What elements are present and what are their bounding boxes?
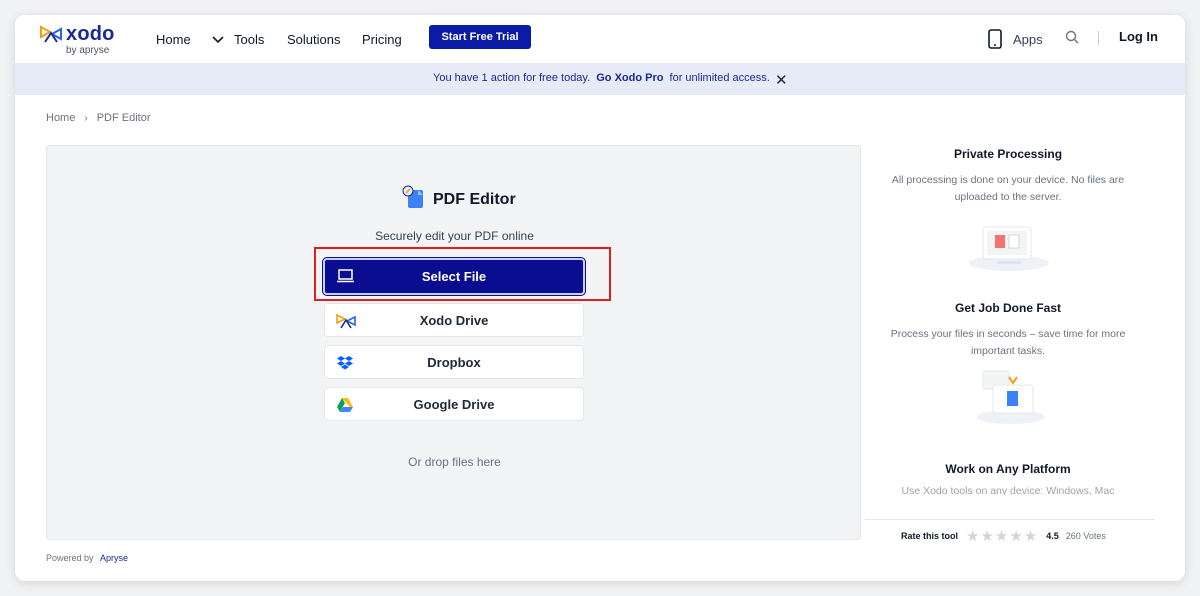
breadcrumb-separator-icon: ›: [84, 112, 88, 124]
xodo-logo[interactable]: xodo by apryse: [39, 21, 129, 61]
breadcrumb-current: PDF Editor: [96, 112, 151, 124]
header-divider: [1098, 31, 1099, 45]
google-drive-icon: [337, 398, 353, 412]
top-nav: xodo by apryse Home Tools Solutions Pric…: [15, 15, 1185, 63]
xodo-logo-icon: [40, 25, 62, 43]
xodo-drive-button[interactable]: Xodo Drive: [324, 303, 584, 337]
star-icon[interactable]: ★: [1024, 527, 1037, 545]
feature-get-job-done-fast: Get Job Done Fast Process your files in …: [885, 301, 1131, 360]
feature-work-on-any-platform: Work on Any Platform: [885, 462, 1131, 476]
feature-private-processing: Private Processing All processing is don…: [885, 147, 1131, 206]
banner-text-after: for unlimited access.: [669, 72, 770, 84]
powered-by: Powered by Apryse: [46, 553, 128, 563]
chevron-down-icon: [212, 32, 224, 47]
dropbox-label: Dropbox: [427, 354, 481, 370]
logo-wordmark: xodo: [66, 23, 115, 45]
star-icon[interactable]: ★: [1009, 527, 1022, 545]
apps-label: Apps: [1013, 31, 1043, 47]
rating-stars[interactable]: ★ ★ ★ ★ ★: [966, 527, 1038, 545]
drop-files-hint: Or drop files here: [408, 455, 501, 469]
go-xodo-pro-link[interactable]: Go Xodo Pro: [596, 72, 663, 84]
upload-panel[interactable]: PDF Editor Securely edit your PDF online…: [46, 145, 861, 540]
feature-description: Process your files in seconds – save tim…: [890, 328, 1126, 357]
banner-message: You have 1 action for free today. Go Xod…: [433, 72, 770, 84]
rating-bar: Rate this tool ★ ★ ★ ★ ★ 4.5 260 Votes: [901, 527, 1106, 545]
rate-label: Rate this tool: [901, 531, 959, 541]
feature-title: Get Job Done Fast: [954, 301, 1061, 315]
nav-pricing[interactable]: Pricing: [362, 15, 402, 63]
google-drive-button[interactable]: Google Drive: [324, 387, 584, 421]
start-free-trial-button[interactable]: Start Free Trial: [429, 25, 531, 49]
powered-by-label: Powered by: [46, 553, 94, 563]
private-processing-illustration: [969, 226, 1049, 271]
log-in-link[interactable]: Log In: [1119, 29, 1158, 44]
nav-tools-label: Tools: [234, 31, 265, 47]
feature-title: Work on Any Platform: [945, 462, 1071, 476]
tool-subtitle: Securely edit your PDF online: [375, 229, 534, 243]
feature-description-clipped: Use Xodo tools on any device: Windows, M…: [901, 485, 1115, 495]
feature-title: Private Processing: [953, 147, 1063, 161]
browser-window: xodo by apryse Home Tools Solutions Pric…: [15, 15, 1185, 581]
google-drive-label: Google Drive: [413, 396, 495, 412]
tool-title: PDF Editor: [433, 191, 516, 208]
feature-description: All processing is done on your device. N…: [891, 174, 1125, 203]
rating-value: 4.5: [1046, 531, 1059, 541]
select-file-button[interactable]: Select File: [323, 258, 585, 295]
dropbox-button[interactable]: Dropbox: [324, 345, 584, 379]
nav-solutions[interactable]: Solutions: [287, 15, 340, 63]
apps-link[interactable]: Apps: [988, 27, 1043, 51]
pdf-editor-icon: [402, 185, 423, 208]
close-icon[interactable]: ✕: [775, 71, 788, 89]
laptop-icon: [337, 269, 354, 283]
phone-icon: [988, 29, 1002, 49]
star-icon[interactable]: ★: [995, 527, 1008, 545]
rating-votes: 260 Votes: [1065, 531, 1106, 541]
logo-subtitle: by apryse: [66, 45, 110, 56]
select-file-label: Select File: [421, 269, 487, 284]
breadcrumb: Home › PDF Editor: [46, 112, 150, 124]
star-icon[interactable]: ★: [966, 527, 979, 545]
nav-home[interactable]: Home: [156, 15, 191, 63]
fast-processing-illustration: [977, 370, 1045, 424]
rating-divider: [865, 519, 1155, 520]
breadcrumb-home[interactable]: Home: [46, 112, 75, 124]
xodo-drive-label: Xodo Drive: [419, 312, 489, 328]
nav-tools[interactable]: Tools: [212, 15, 264, 63]
promo-banner: You have 1 action for free today. Go Xod…: [15, 63, 1185, 95]
star-icon[interactable]: ★: [980, 527, 993, 545]
xodo-drive-icon: [336, 313, 356, 329]
search-icon[interactable]: [1065, 30, 1079, 44]
banner-text-before: You have 1 action for free today.: [433, 72, 591, 84]
apryse-link[interactable]: Apryse: [100, 553, 128, 563]
dropbox-icon: [337, 356, 353, 370]
